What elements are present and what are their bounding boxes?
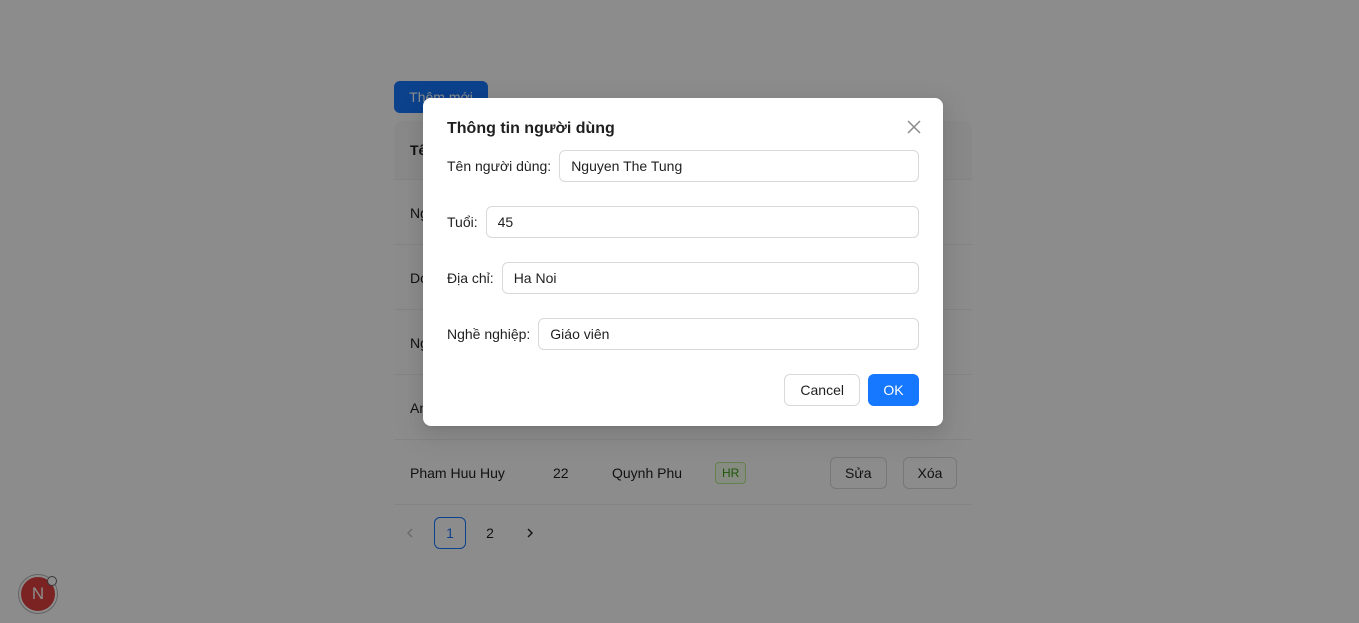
ok-button[interactable]: OK	[868, 374, 919, 406]
form-item-age: Tuổi:	[447, 206, 919, 238]
name-label: Tên người dùng:	[447, 158, 552, 174]
form-item-job: Nghề nghiệp:	[447, 318, 919, 350]
form-item-name: Tên người dùng:	[447, 150, 919, 182]
close-button[interactable]	[903, 116, 925, 138]
job-label: Nghề nghiệp:	[447, 326, 531, 342]
job-input[interactable]	[538, 318, 919, 350]
user-info-modal: Thông tin người dùng Tên người dùng: Tuổ…	[423, 98, 943, 426]
age-label: Tuổi:	[447, 214, 478, 230]
address-label: Địa chỉ:	[447, 270, 494, 286]
form-item-address: Địa chỉ:	[447, 262, 919, 294]
cancel-button[interactable]: Cancel	[784, 374, 860, 406]
close-icon	[907, 120, 921, 134]
name-input[interactable]	[559, 150, 919, 182]
age-input[interactable]	[485, 206, 919, 238]
address-input[interactable]	[501, 262, 919, 294]
modal-title: Thông tin người dùng	[447, 120, 615, 137]
modal-footer: Cancel OK	[784, 374, 919, 406]
